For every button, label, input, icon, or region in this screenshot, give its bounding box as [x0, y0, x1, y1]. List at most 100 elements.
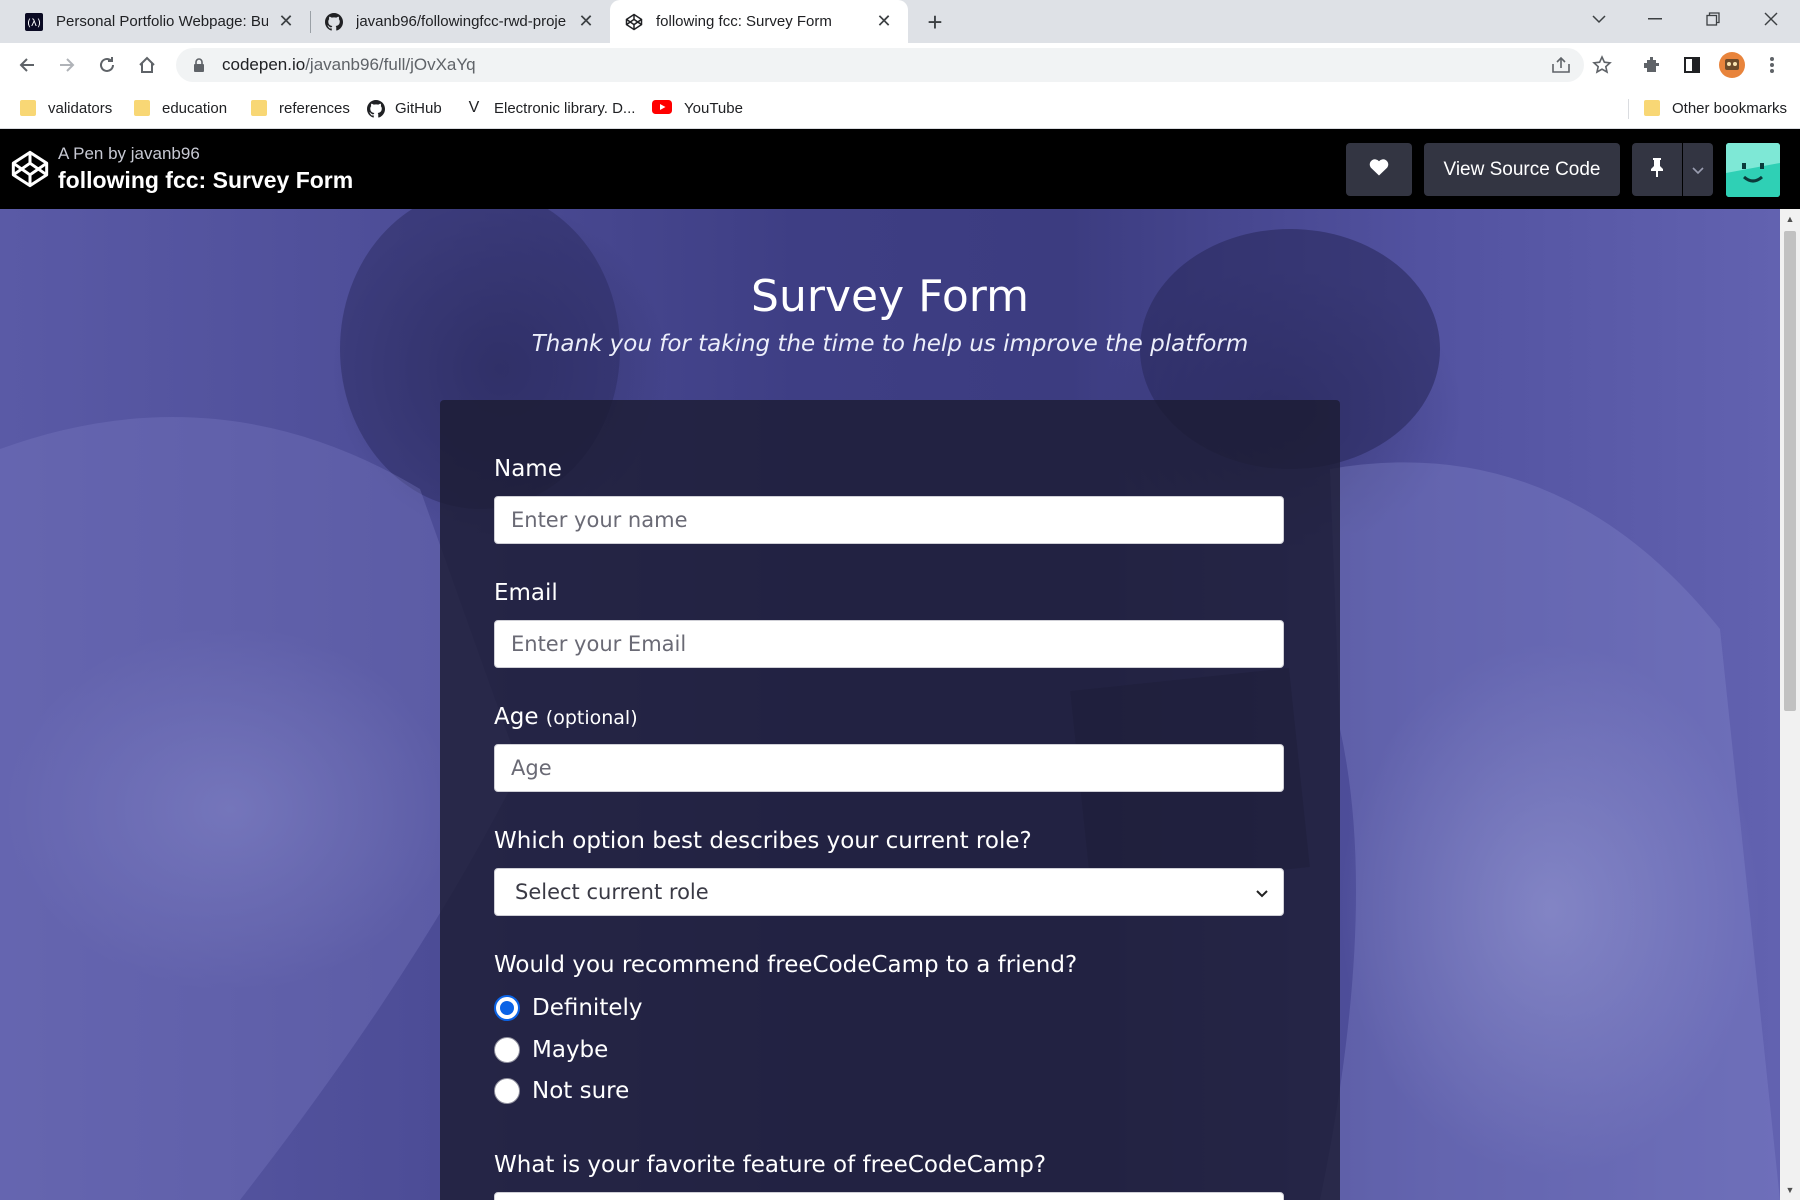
- tab-portfolio[interactable]: (λ) Personal Portfolio Webpage: Buil ✕: [10, 0, 310, 43]
- pin-button[interactable]: [1632, 143, 1682, 196]
- bookmark-star-icon[interactable]: [1587, 50, 1617, 80]
- chrome-menu-icon[interactable]: [1757, 50, 1787, 80]
- age-input[interactable]: Age: [494, 744, 1284, 792]
- bookmark-label: education: [162, 99, 228, 117]
- bookmark-other[interactable]: Other bookmarks: [1644, 97, 1787, 119]
- heart-icon: [1369, 158, 1389, 182]
- reload-icon[interactable]: [92, 50, 122, 80]
- email-label: Email: [494, 580, 558, 606]
- role-selected-value: Select current role: [515, 880, 709, 904]
- age-label-text: Age: [494, 704, 539, 730]
- radio-label: Maybe: [532, 1037, 609, 1063]
- tab-title: Personal Portfolio Webpage: Buil: [56, 13, 268, 30]
- love-button[interactable]: [1346, 143, 1412, 196]
- github-favicon-icon: [324, 12, 344, 32]
- tab-github[interactable]: javanb96/followingfcc-rwd-proje ✕: [310, 0, 610, 43]
- age-optional-clue: (optional): [545, 707, 638, 729]
- folder-icon: [251, 100, 267, 116]
- radio-button[interactable]: [494, 1037, 520, 1063]
- name-label: Name: [494, 456, 562, 482]
- profile-avatar-icon[interactable]: [1717, 50, 1747, 80]
- user-avatar[interactable]: [1726, 143, 1780, 197]
- tab-title: javanb96/followingfcc-rwd-proje: [356, 13, 567, 30]
- recommend-label: Would you recommend freeCodeCamp to a fr…: [494, 952, 1078, 978]
- tab-survey-form[interactable]: following fcc: Survey Form ✕: [610, 0, 908, 43]
- recommend-option-maybe[interactable]: Maybe: [494, 1035, 608, 1065]
- bookmark-label: GitHub: [395, 99, 442, 117]
- codepen-favicon-icon: [624, 12, 644, 32]
- bookmark-divider: [1628, 99, 1629, 119]
- age-label: Age (optional): [494, 704, 638, 730]
- survey-description: Thank you for taking the time to help us…: [531, 331, 1249, 357]
- bookmark-label: Other bookmarks: [1672, 99, 1788, 117]
- pin-dropdown-button[interactable]: [1683, 143, 1713, 196]
- recommend-option-not-sure[interactable]: Not sure: [494, 1076, 629, 1106]
- scroll-up-icon[interactable]: ▲: [1784, 213, 1796, 225]
- url-text: codepen.io/javanb96/full/jOvXaYq: [222, 55, 476, 75]
- folder-icon: [20, 100, 36, 116]
- bookmark-youtube[interactable]: YouTube: [652, 97, 743, 119]
- github-icon: [367, 100, 385, 118]
- bookmark-label: references: [279, 99, 350, 117]
- browser-toolbar: codepen.io/javanb96/full/jOvXaYq: [0, 43, 1800, 87]
- name-input[interactable]: Enter your name: [494, 496, 1284, 544]
- bookmark-label: Electronic library. D...: [494, 99, 636, 117]
- favorite-feature-dropdown[interactable]: [494, 1192, 1284, 1200]
- close-window-icon[interactable]: [1746, 0, 1796, 38]
- codepen-header: A Pen by javanb96 following fcc: Survey …: [0, 129, 1800, 209]
- bookmark-validators[interactable]: validators: [20, 97, 112, 119]
- radio-label: Definitely: [532, 995, 643, 1021]
- tab-strip: (λ) Personal Portfolio Webpage: Buil ✕ j…: [0, 0, 1800, 43]
- chevron-down-icon: [1253, 883, 1271, 901]
- survey-page: Survey Form Thank you for taking the tim…: [0, 209, 1780, 1200]
- side-panel-icon[interactable]: [1677, 50, 1707, 80]
- radio-button[interactable]: [494, 995, 520, 1021]
- role-dropdown[interactable]: Select current role: [494, 868, 1284, 916]
- survey-form: Name Enter your name Email Enter your Em…: [440, 400, 1340, 1200]
- view-source-code-button[interactable]: View Source Code: [1424, 143, 1620, 196]
- svg-text:(λ): (λ): [27, 18, 41, 29]
- share-icon[interactable]: [1546, 50, 1576, 80]
- pin-icon: [1649, 157, 1665, 183]
- tab-title: following fcc: Survey Form: [656, 13, 832, 30]
- library-v-icon: V: [468, 99, 480, 116]
- minimize-icon[interactable]: [1630, 0, 1680, 38]
- home-icon[interactable]: [132, 50, 162, 80]
- bookmark-references[interactable]: references: [251, 97, 350, 119]
- url-host: codepen.io: [222, 55, 306, 74]
- restore-icon[interactable]: [1688, 0, 1738, 38]
- youtube-icon: [652, 100, 672, 116]
- bookmark-label: YouTube: [684, 99, 743, 117]
- radio-button[interactable]: [494, 1078, 520, 1104]
- scroll-thumb[interactable]: [1784, 231, 1796, 711]
- close-tab-icon[interactable]: ✕: [576, 11, 596, 32]
- extensions-icon[interactable]: [1637, 50, 1667, 80]
- close-tab-icon[interactable]: ✕: [874, 11, 894, 32]
- forward-icon[interactable]: [52, 50, 82, 80]
- chevron-down-icon: [1692, 159, 1704, 181]
- folder-icon: [1644, 100, 1660, 116]
- tab-search-chevron-icon[interactable]: [1574, 0, 1624, 38]
- page-scrollbar[interactable]: ▲ ▼: [1780, 209, 1800, 1200]
- email-input[interactable]: Enter your Email: [494, 620, 1284, 668]
- lock-icon[interactable]: [192, 58, 206, 72]
- bookmark-label: validators: [48, 99, 113, 117]
- folder-icon: [134, 100, 150, 116]
- bookmark-github[interactable]: GitHub: [367, 97, 442, 119]
- scroll-down-icon[interactable]: ▼: [1784, 1184, 1796, 1196]
- new-tab-icon[interactable]: +: [920, 7, 950, 37]
- bookmarks-bar: validators education references GitHub V…: [0, 87, 1800, 129]
- pen-title: following fcc: Survey Form: [58, 167, 354, 193]
- close-tab-icon[interactable]: ✕: [276, 11, 296, 32]
- survey-title: Survey Form: [751, 271, 1029, 322]
- address-bar[interactable]: codepen.io/javanb96/full/jOvXaYq: [176, 48, 1584, 82]
- recommend-option-definitely[interactable]: Definitely: [494, 993, 643, 1023]
- bookmark-education[interactable]: education: [134, 97, 227, 119]
- radio-label: Not sure: [532, 1078, 630, 1104]
- codepen-logo-icon[interactable]: [10, 149, 50, 189]
- bookmark-electronic-library[interactable]: V Electronic library. D...: [466, 97, 636, 119]
- back-icon[interactable]: [12, 50, 42, 80]
- pen-byline[interactable]: A Pen by javanb96: [58, 144, 200, 164]
- favorite-feature-label: What is your favorite feature of freeCod…: [494, 1152, 1047, 1178]
- role-label: Which option best describes your current…: [494, 828, 1032, 854]
